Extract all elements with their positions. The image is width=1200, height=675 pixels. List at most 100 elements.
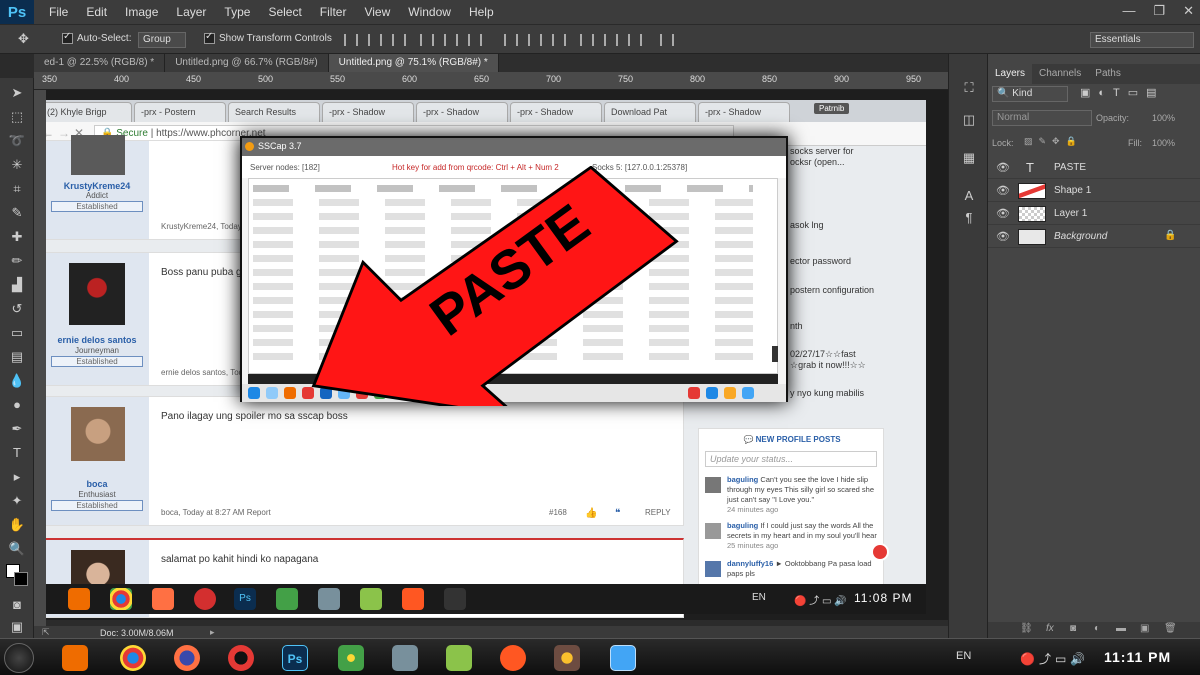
- layer-row-background[interactable]: 👁 Background 🔒: [988, 226, 1200, 248]
- path-select-icon[interactable]: ▸: [8, 468, 26, 486]
- fx-icon[interactable]: fx: [1046, 623, 1054, 634]
- magic-wand-icon[interactable]: ✳: [8, 156, 26, 174]
- media-player-icon[interactable]: [62, 645, 88, 671]
- opacity-value[interactable]: 100%: [1152, 113, 1175, 129]
- new-layer-icon[interactable]: ▣: [1140, 623, 1149, 634]
- crop-tool-icon[interactable]: ⌗: [8, 180, 26, 198]
- type-tool-icon[interactable]: T: [8, 444, 26, 462]
- opera-icon[interactable]: [228, 645, 254, 671]
- document-canvas[interactable]: (2) Khyle Brigp -prx - Postern Search Re…: [46, 90, 948, 620]
- status-icon[interactable]: ⇱: [42, 627, 50, 638]
- system-tray-icons[interactable]: 🔴⤴▭🔊: [1020, 650, 1089, 667]
- doc-tab[interactable]: Untitled.png @ 66.7% (RGB/8#): [165, 54, 329, 72]
- properties-panel-icon[interactable]: ◫: [961, 112, 977, 128]
- clock[interactable]: 11:11 PM: [1104, 649, 1171, 665]
- layer-row-layer1[interactable]: 👁 Layer 1: [988, 203, 1200, 225]
- zoom-tool-icon[interactable]: 🔍: [8, 540, 26, 558]
- eyedropper-icon[interactable]: ✎: [8, 204, 26, 222]
- pen-tool-icon[interactable]: ✒: [8, 420, 26, 438]
- fill-value[interactable]: 100%: [1152, 138, 1175, 154]
- blend-mode-dropdown[interactable]: Normal: [992, 110, 1092, 126]
- blur-tool-icon[interactable]: 💧: [8, 372, 26, 390]
- menu-select[interactable]: Select: [259, 0, 310, 24]
- align-hcenter-icon[interactable]: [444, 34, 458, 46]
- doc-tab[interactable]: ed-1 @ 22.5% (RGB/8) *: [34, 54, 166, 72]
- eraser-tool-icon[interactable]: ▭: [8, 324, 26, 342]
- link-layers-icon[interactable]: ⛓: [1020, 623, 1033, 634]
- hand-tool-icon[interactable]: ✋: [8, 516, 26, 534]
- align-left-icon[interactable]: [420, 34, 434, 46]
- restore-icon[interactable]: ❐: [1153, 3, 1165, 19]
- history-panel-icon[interactable]: ⛶: [961, 80, 977, 96]
- auto-select-checkbox[interactable]: Auto-Select:: [62, 31, 131, 44]
- screen-mode-icon[interactable]: ▣: [8, 618, 26, 636]
- layer-row-paste[interactable]: 👁 T PASTE: [988, 157, 1200, 179]
- lasso-tool-icon[interactable]: ➰: [8, 132, 26, 150]
- photoshop-taskbar-icon[interactable]: Ps: [282, 645, 308, 671]
- status-menu-arrow-icon[interactable]: ▸: [210, 627, 215, 638]
- workspace-dropdown[interactable]: Essentials: [1090, 32, 1194, 48]
- menu-edit[interactable]: Edit: [77, 0, 116, 24]
- move-tool-icon[interactable]: ✥: [18, 31, 29, 47]
- align-bottom-icon[interactable]: [392, 34, 406, 46]
- distribute-bottom-icon[interactable]: [552, 34, 566, 46]
- show-transform-checkbox[interactable]: Show Transform Controls: [204, 31, 332, 44]
- distribute-right-icon[interactable]: [628, 34, 642, 46]
- close-icon[interactable]: ✕: [1183, 3, 1194, 19]
- trash-icon[interactable]: 🗑: [1164, 623, 1177, 634]
- menu-image[interactable]: Image: [116, 0, 167, 24]
- healing-brush-icon[interactable]: ✚: [8, 228, 26, 246]
- visibility-eye-icon[interactable]: 👁: [996, 230, 1010, 243]
- auto-align-icon[interactable]: [660, 34, 674, 46]
- add-mask-icon[interactable]: ◙: [1070, 623, 1076, 634]
- minimize-icon[interactable]: —: [1122, 3, 1135, 19]
- layer-filter-kind[interactable]: 🔍 Kind: [992, 86, 1068, 102]
- menu-filter[interactable]: Filter: [311, 0, 356, 24]
- quick-mask-icon[interactable]: ◙: [8, 596, 26, 614]
- menu-view[interactable]: View: [355, 0, 399, 24]
- distribute-vcenter-icon[interactable]: [528, 34, 542, 46]
- distribute-hcenter-icon[interactable]: [604, 34, 618, 46]
- visibility-eye-icon[interactable]: 👁: [996, 184, 1010, 197]
- sscap-taskbar-icon[interactable]: [500, 645, 526, 671]
- network-icon[interactable]: [392, 645, 418, 671]
- character-panel-icon[interactable]: A: [961, 188, 977, 204]
- align-top-icon[interactable]: [344, 34, 358, 46]
- align-vcenter-icon[interactable]: [368, 34, 382, 46]
- chrome-icon[interactable]: [120, 645, 146, 671]
- menu-window[interactable]: Window: [399, 0, 460, 24]
- visibility-eye-icon[interactable]: 👁: [996, 207, 1010, 220]
- paragraph-panel-icon[interactable]: ¶: [961, 210, 977, 226]
- move-tool-icon[interactable]: ➤: [8, 84, 26, 102]
- visibility-eye-icon[interactable]: 👁: [996, 161, 1010, 174]
- menu-help[interactable]: Help: [460, 0, 503, 24]
- history-brush-icon[interactable]: ↺: [8, 300, 26, 318]
- distribute-top-icon[interactable]: [504, 34, 518, 46]
- tab-paths[interactable]: Paths: [1088, 64, 1128, 84]
- brush-tool-icon[interactable]: ✏: [8, 252, 26, 270]
- firefox-icon[interactable]: [174, 645, 200, 671]
- language-indicator[interactable]: EN: [956, 650, 971, 662]
- paint-icon[interactable]: [554, 645, 580, 671]
- stamp-tool-icon[interactable]: ▟: [8, 276, 26, 294]
- remote-desktop-icon[interactable]: [610, 645, 636, 671]
- layer-filter-icons[interactable]: ▣◐T▭▤: [1080, 86, 1165, 99]
- marquee-tool-icon[interactable]: ⬚: [8, 108, 26, 126]
- menu-layer[interactable]: Layer: [167, 0, 215, 24]
- shape-tool-icon[interactable]: ✦: [8, 492, 26, 510]
- menu-type[interactable]: Type: [215, 0, 259, 24]
- tab-layers[interactable]: Layers: [988, 64, 1033, 84]
- menu-file[interactable]: File: [40, 0, 77, 24]
- gradient-tool-icon[interactable]: ▤: [8, 348, 26, 366]
- start-button[interactable]: [4, 643, 34, 673]
- layer-row-shape[interactable]: 👁 Shape 1: [988, 180, 1200, 202]
- chart-app-icon[interactable]: [446, 645, 472, 671]
- doc-tab-active[interactable]: Untitled.png @ 75.1% (RGB/8#) *: [328, 54, 499, 72]
- adjustment-layer-icon[interactable]: ◐: [1094, 623, 1100, 634]
- dodge-tool-icon[interactable]: ●: [8, 396, 26, 414]
- distribute-left-icon[interactable]: [580, 34, 594, 46]
- background-color-swatch[interactable]: [14, 572, 28, 586]
- group-dropdown[interactable]: Group: [138, 32, 186, 48]
- new-group-icon[interactable]: ▬: [1116, 623, 1126, 634]
- swatches-panel-icon[interactable]: ▦: [961, 150, 977, 166]
